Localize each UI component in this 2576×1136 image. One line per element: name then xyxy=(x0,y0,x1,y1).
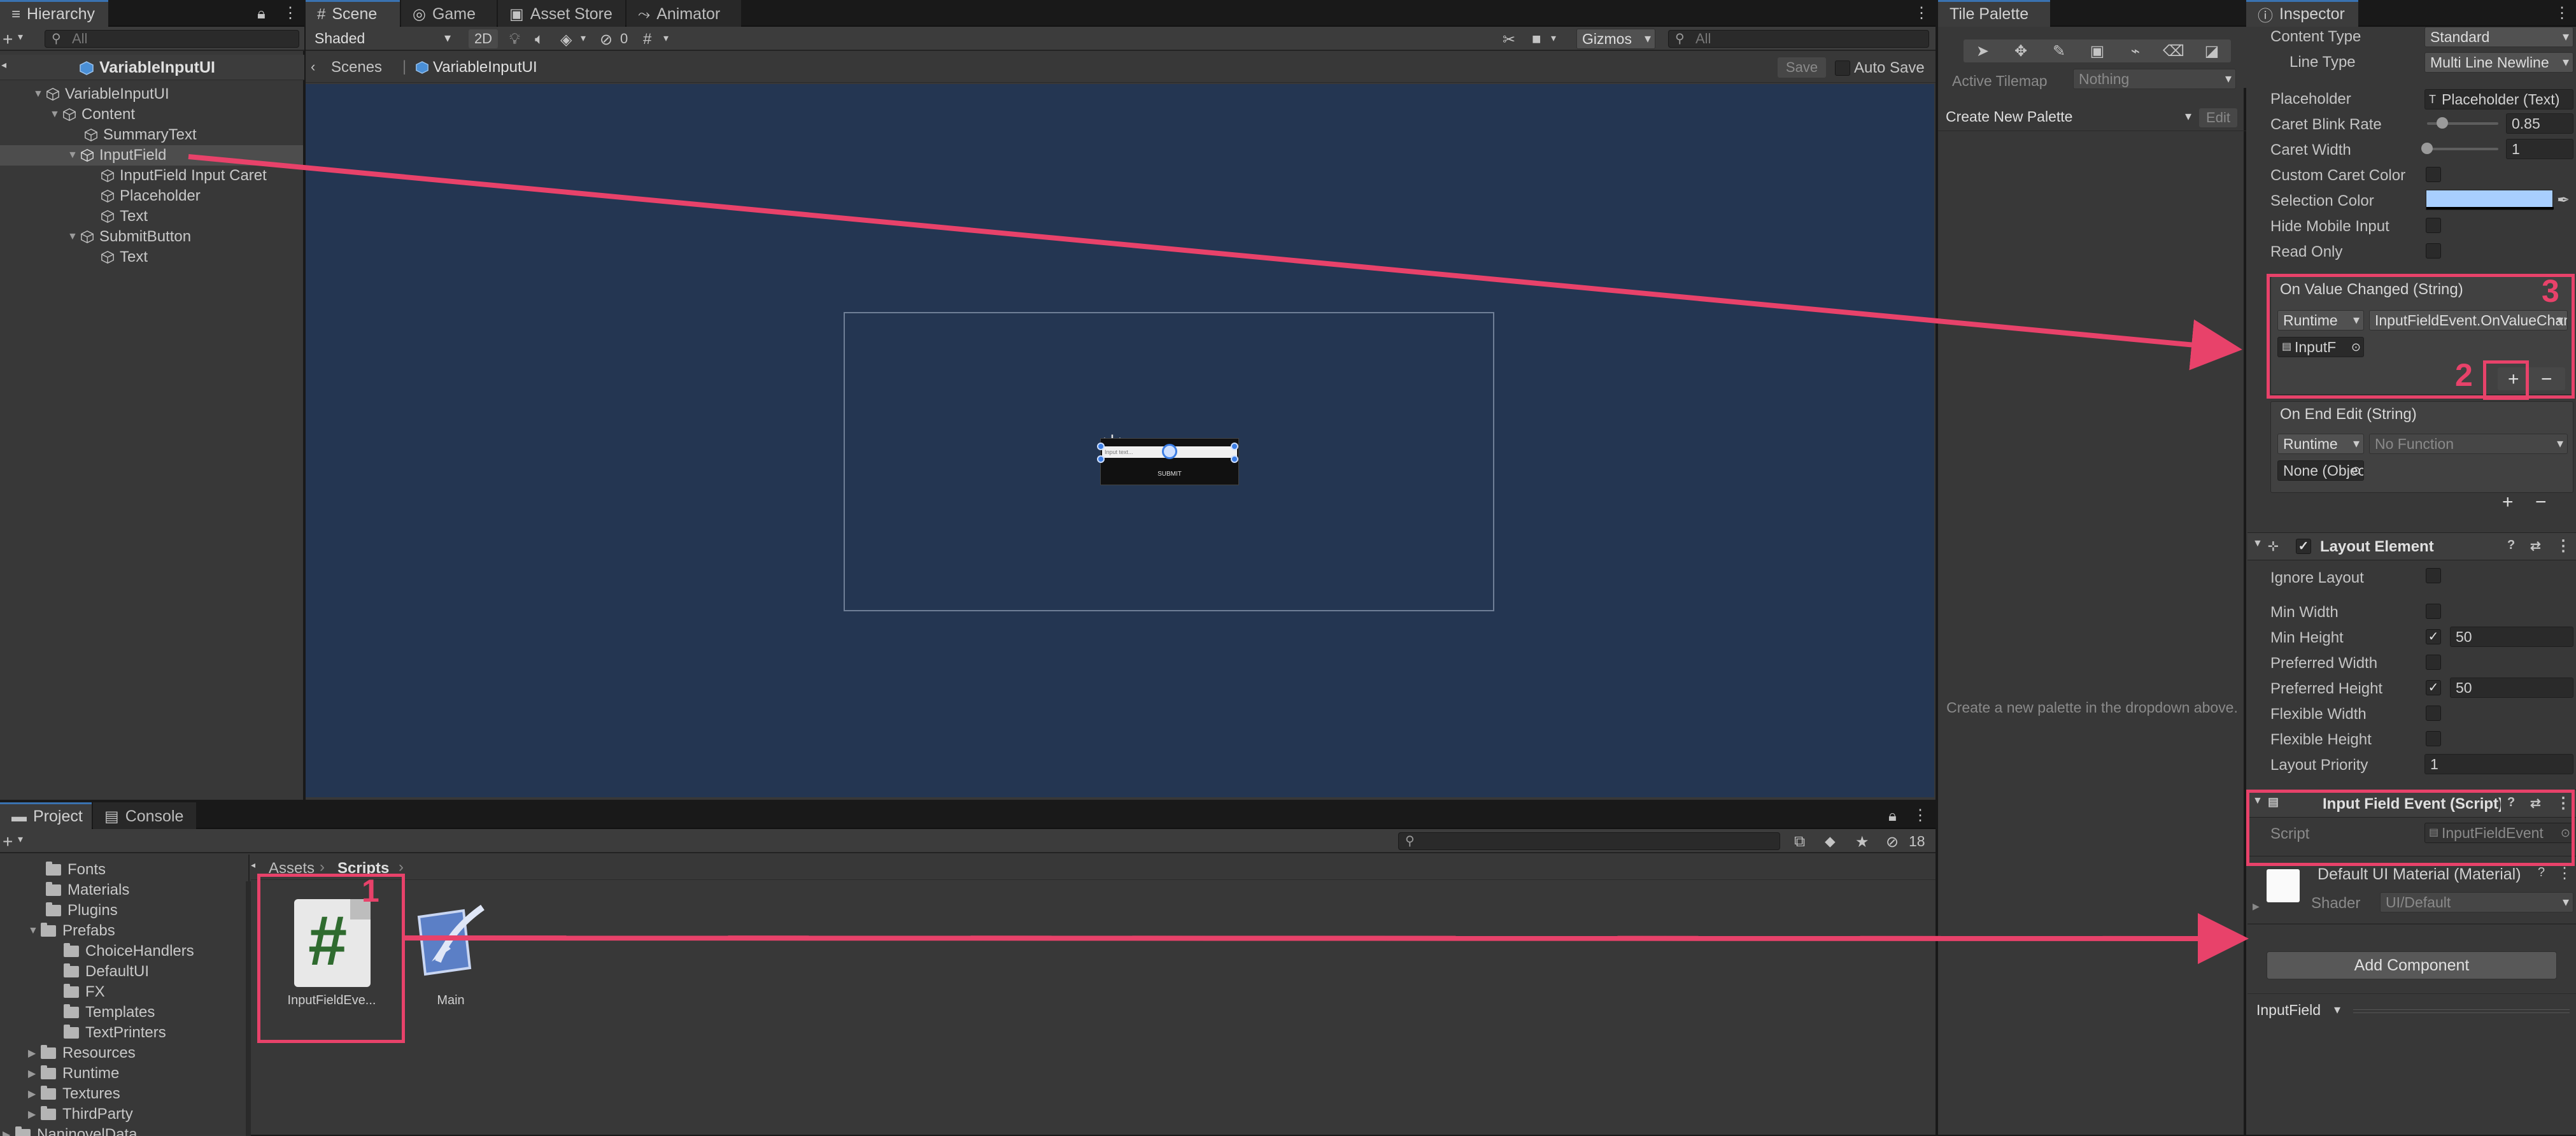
annotation-arrows xyxy=(188,154,2249,964)
arrow-script-to-add-component xyxy=(404,912,2249,964)
arrow-inputfield-to-event xyxy=(188,154,2242,371)
